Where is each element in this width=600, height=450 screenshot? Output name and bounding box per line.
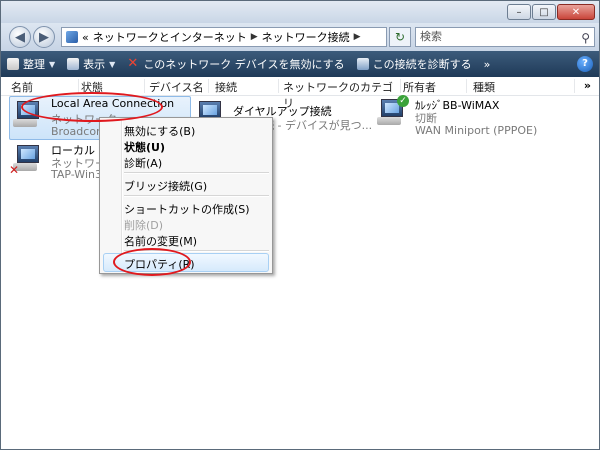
column-header-more[interactable]: » [584,79,591,92]
toolbar-overflow-label: » [483,57,491,71]
toolbar-overflow-button[interactable]: » [478,53,497,75]
diagnose-button[interactable]: この接続を診断する [351,53,478,75]
column-header-type[interactable]: 種類 [469,79,575,94]
connection-device: WAN Miniport (PPPOE) [415,124,538,137]
network-adapter-icon: ✕ [9,143,41,177]
menu-separator [124,195,269,197]
organize-label: 整理 [23,58,45,71]
menu-item-delete: 削除(D) [124,219,164,232]
title-bar: – □ ✕ [1,1,599,23]
organize-icon [7,58,19,70]
breadcrumb-overflow[interactable]: « [82,31,89,44]
refresh-icon: ↻ [394,30,406,44]
search-icon[interactable]: ⚲ [581,29,590,47]
back-arrow-icon: ◀ [15,30,25,45]
help-icon[interactable]: ? [577,56,593,72]
chevron-down-icon: ▼ [49,59,56,69]
breadcrumb-item-network-internet[interactable]: ネットワークとインターネット [93,29,247,45]
check-icon: ✓ [397,95,409,107]
close-button[interactable]: ✕ [557,4,595,20]
annotation-circle-properties [113,248,191,276]
menu-gutter [121,120,123,271]
organize-button[interactable]: 整理 ▼ [1,53,61,75]
back-button[interactable]: ◀ [9,26,31,48]
forward-arrow-icon: ▶ [39,30,49,45]
column-header-status[interactable]: 状態 [77,79,145,94]
view-icon [67,58,80,70]
view-button[interactable]: 表示 ▼ [61,53,121,75]
refresh-button[interactable]: ↻ [389,27,411,47]
red-x-icon: ✕ [127,56,139,71]
forward-button[interactable]: ▶ [33,26,55,48]
breadcrumb-item-network-connections[interactable]: ネットワーク接続 [262,29,350,45]
context-menu: 無効にする(B) 状態(U) 診断(A) ブリッジ接続(G) ショートカットの作… [99,117,273,274]
disable-device-button[interactable]: ✕ このネットワーク デバイスを無効にする [121,53,350,75]
disabled-x-icon: ✕ [9,163,20,177]
menu-item-bridge[interactable]: ブリッジ接続(G) [124,178,207,194]
search-placeholder: 検索 [420,30,442,43]
chevron-down-icon: ▼ [109,59,116,69]
column-header-owner[interactable]: 所有者 [399,79,467,94]
diagnose-label: この接続を診断する [372,58,472,71]
address-bar[interactable]: « ネットワークとインターネット ▶ ネットワーク接続 ▶ [61,27,387,47]
menu-item-diagnose[interactable]: 診断(A) [124,155,162,171]
network-adapter-icon: ✓ [375,95,409,127]
column-header-category[interactable]: ネットワークのカテゴリ [279,79,401,110]
menu-item-disable[interactable]: 無効にする(B) [124,123,195,139]
command-bar: 整理 ▼ 表示 ▼ ✕ このネットワーク デバイスを無効にする この接続を診断す… [1,51,599,77]
breadcrumb-separator-icon[interactable]: ▶ [251,32,258,42]
column-header-connection[interactable]: 接続 [211,79,279,94]
address-row: ◀ ▶ « ネットワークとインターネット ▶ ネットワーク接続 ▶ ↻ 検索 ⚲ [1,23,599,51]
maximize-button[interactable]: □ [532,4,556,20]
column-header-device[interactable]: デバイス名 [145,79,209,94]
view-label: 表示 [83,58,106,71]
breadcrumb-separator-icon[interactable]: ▶ [354,32,361,42]
caption-buttons: – □ ✕ [507,4,595,20]
diagnose-icon [356,58,369,70]
menu-separator [124,172,269,174]
menu-item-rename[interactable]: 名前の変更(M) [124,233,197,249]
search-box[interactable]: 検索 ⚲ [415,27,595,47]
explorer-window: – □ ✕ ◀ ▶ « ネットワークとインターネット ▶ ネットワーク接続 ▶ … [0,0,600,450]
minimize-button[interactable]: – [507,4,531,20]
column-header-name[interactable]: 名前 [7,79,79,94]
connection-status: 続 - デバイスが見つ... [263,119,373,132]
annotation-circle-connection [21,92,163,122]
menu-item-status[interactable]: 状態(U) [124,139,165,155]
control-panel-icon [66,31,78,43]
disable-device-label: このネットワーク デバイスを無効にする [143,58,345,71]
menu-item-create-shortcut[interactable]: ショートカットの作成(S) [124,201,250,217]
